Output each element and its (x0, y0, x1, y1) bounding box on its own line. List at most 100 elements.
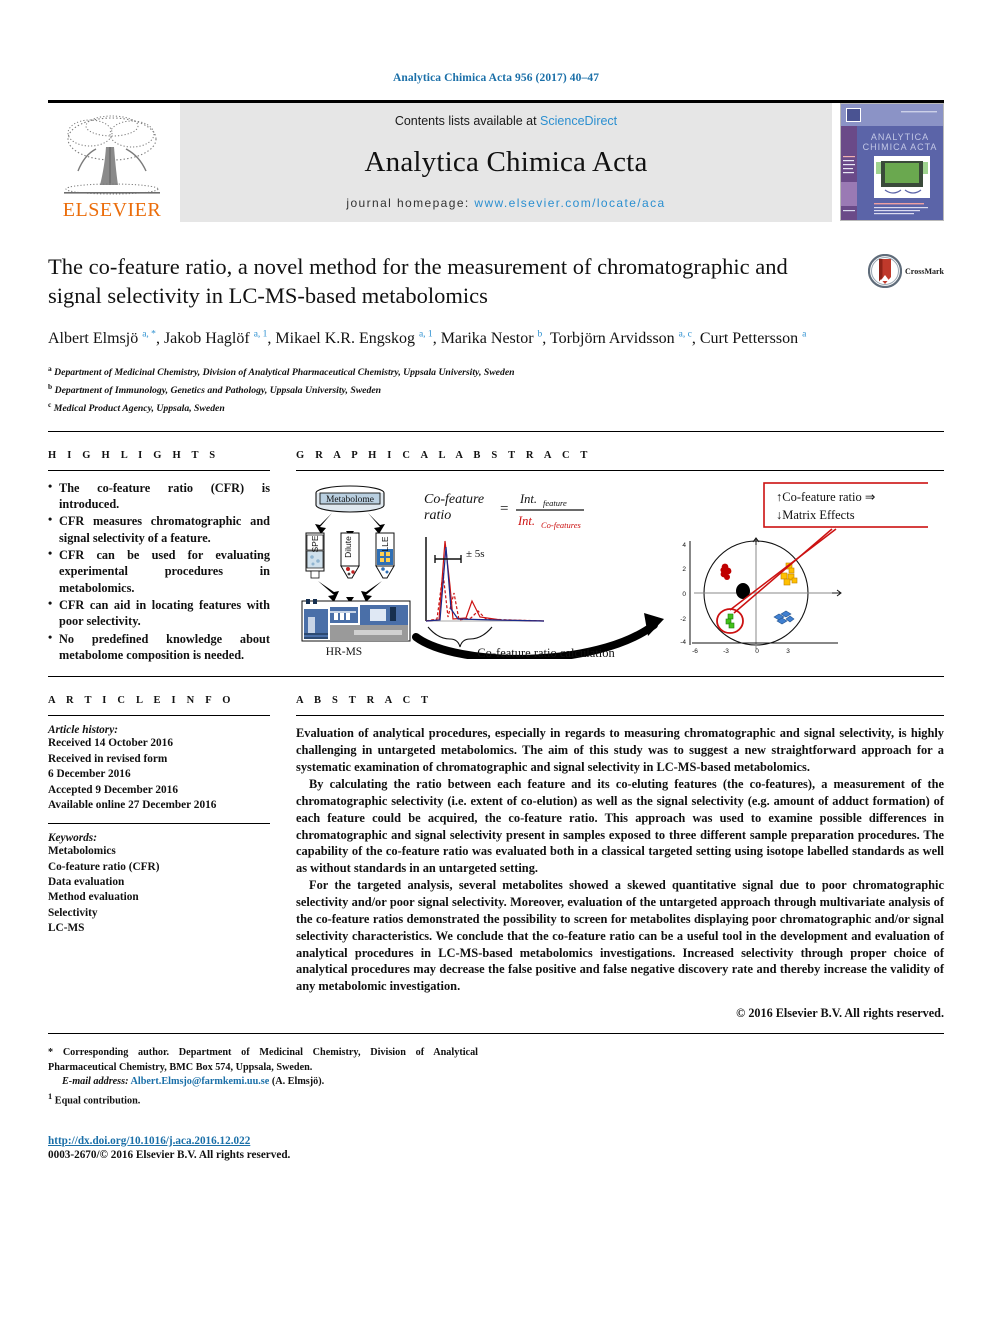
svg-text:2: 2 (682, 566, 686, 573)
affiliation-b: b Department of Immunology, Genetics and… (48, 381, 944, 399)
journal-masthead: ELSEVIER Contents lists available at Sci… (48, 100, 944, 222)
cover-artwork-icon: ANALYTICA CHIMICA ACTA (841, 104, 943, 220)
svg-text:0: 0 (755, 648, 759, 655)
highlights-list: The co-feature ratio (CFR) is introduced… (48, 479, 270, 664)
affiliation-a-text: Department of Medicinal Chemistry, Divis… (54, 367, 515, 379)
journal-homepage-line: journal homepage: www.elsevier.com/locat… (346, 196, 665, 210)
svg-text:4: 4 (682, 542, 686, 549)
highlights-heading-rule (48, 469, 270, 471)
article-history-item: Available online 27 December 2016 (48, 798, 217, 811)
footnote-equal-text: Equal contribution. (54, 1095, 141, 1107)
svg-text:Metabolome: Metabolome (326, 495, 374, 505)
article-info-inner-rule (48, 823, 270, 825)
page-title: The co-feature ratio, a novel method for… (48, 254, 788, 309)
journal-homepage-link[interactable]: www.elsevier.com/locate/aca (474, 196, 665, 210)
elsevier-tree-icon (64, 115, 160, 195)
svg-text:-3: -3 (723, 648, 729, 655)
journal-title: Analytica Chimica Acta (364, 145, 648, 178)
svg-text:ANALYTICA: ANALYTICA (871, 132, 929, 142)
keyword-item: Selectivity (48, 906, 98, 919)
abstract-heading-rule (296, 715, 944, 717)
article-history-item: Received in revised form (48, 752, 168, 765)
svg-text:SPE: SPE (310, 535, 320, 552)
abstract-paragraph: Evaluation of analytical procedures, esp… (296, 726, 944, 775)
email-link[interactable]: Albert.Elmsjo@farmkemi.uu.se (131, 1076, 270, 1087)
abstract-paragraph: By calculating the ratio between each fe… (296, 777, 944, 876)
article-history-label: Article history: (48, 724, 118, 737)
svg-text:± 5s: ± 5s (466, 548, 485, 560)
list-item: The co-feature ratio (CFR) is introduced… (48, 479, 270, 513)
list-item: CFR can aid in locating features with po… (48, 596, 270, 630)
svg-text:-6: -6 (692, 648, 698, 655)
list-item: No predefined knowledge about metabolome… (48, 630, 270, 664)
elsevier-logo: ELSEVIER (48, 103, 176, 222)
graphical-abstract-heading-rule (296, 469, 944, 471)
homepage-prefix: journal homepage: (346, 196, 475, 210)
affiliation-b-text: Department of Immunology, Genetics and P… (54, 385, 382, 397)
affiliation-a-marker: a (48, 364, 52, 374)
footnote-marker: * (48, 1047, 54, 1059)
affiliation-c: c Medical Product Agency, Uppsala, Swede… (48, 399, 944, 417)
graphical-abstract-figure: Metabolome SPE Dilute LLE HR-MS Co-featu… (296, 481, 944, 663)
svg-text:CHIMICA ACTA: CHIMICA ACTA (863, 142, 938, 152)
email-label: E-mail address: (62, 1076, 129, 1088)
affiliation-b-marker: b (48, 382, 53, 392)
running-head: Analytica Chimica Acta 956 (2017) 40–47 (392, 72, 600, 84)
elsevier-wordmark: ELSEVIER (62, 199, 162, 221)
svg-text:Int.: Int. (517, 514, 535, 528)
svg-text:HR-MS: HR-MS (326, 646, 362, 658)
graphical-abstract-column: G R A P H I C A L A B S T R A C T Metabo… (292, 432, 944, 665)
svg-text:Co-features: Co-features (541, 520, 582, 530)
svg-text:LLE: LLE (380, 536, 390, 551)
keyword-item: Method evaluation (48, 891, 139, 904)
svg-text:0: 0 (682, 591, 686, 598)
article-history-item: Received 14 October 2016 (48, 737, 173, 750)
abstract-divider (48, 1033, 944, 1035)
footer-block: http://dx.doi.org/10.1016/j.aca.2016.12.… (48, 1135, 944, 1161)
doi-link[interactable]: http://dx.doi.org/10.1016/j.aca.2016.12.… (48, 1135, 944, 1147)
article-info-column: A R T I C L E I N F O Article history: R… (48, 677, 292, 1021)
svg-text:feature: feature (543, 498, 567, 508)
keyword-item: LC-MS (48, 922, 85, 935)
article-history-block: Article history: Received 14 October 201… (48, 724, 270, 813)
matrix-effect-callout: ↑Co-feature ratio ⇒ ↓Matrix Effects (763, 481, 935, 528)
abstract-paragraph: For the targeted analysis, several metab… (296, 878, 944, 994)
email-suffix: (A. Elmsjö). (271, 1076, 325, 1088)
graphical-abstract-svg: Metabolome SPE Dilute LLE HR-MS Co-featu… (301, 481, 935, 663)
svg-text:↓Matrix Effects: ↓Matrix Effects (776, 508, 855, 522)
prep-to-instrument-arrows (318, 580, 382, 603)
crossmark-badge[interactable]: CrossMark (868, 254, 944, 288)
svg-text:=: = (500, 501, 508, 517)
affiliation-list: a Department of Medicinal Chemistry, Div… (48, 363, 944, 416)
contents-available-line: Contents lists available at ScienceDirec… (395, 114, 617, 128)
affiliation-c-marker: c (48, 399, 52, 409)
contents-prefix: Contents lists available at (394, 114, 541, 128)
highlights-heading: H I G H L I G H T S (48, 449, 220, 461)
svg-text:Int.: Int. (519, 492, 537, 506)
footnote-text: Corresponding author. Department of Medi… (48, 1047, 478, 1073)
metabolome-vessel-icon: Metabolome (315, 485, 385, 513)
article-info-heading: A R T I C L E I N F O (48, 695, 235, 707)
co-feature-ratio-formula: Co-feature ratio = Int. feature Int. Co-… (424, 492, 584, 530)
prep-syringe-dilute-icon: Dilute (340, 532, 360, 579)
abstract-body: Evaluation of analytical procedures, esp… (296, 725, 944, 1021)
list-item: CFR can be used for evaluating experimen… (48, 546, 270, 596)
affiliation-a: a Department of Medicinal Chemistry, Div… (48, 363, 944, 381)
footnotes-block: * Corresponding author. Department of Me… (48, 1046, 478, 1108)
article-history-item: 6 December 2016 (48, 768, 131, 781)
title-block: The co-feature ratio, a novel method for… (48, 252, 944, 417)
svg-text:Dilute: Dilute (343, 536, 353, 558)
abstract-column: A B S T R A C T Evaluation of analytical… (292, 677, 944, 1021)
svg-text:Co-feature: Co-feature (424, 492, 484, 507)
chromatogram-plot: ± 5s (425, 536, 545, 647)
author-list: Albert Elmsjö a, *, Jakob Haglöf a, 1, M… (48, 329, 807, 347)
keyword-item: Data evaluation (48, 875, 125, 888)
keywords-label: Keywords: (48, 832, 97, 845)
article-info-heading-rule (48, 715, 270, 717)
footnote-equal-contribution: 1 Equal contribution. (48, 1090, 478, 1109)
affiliation-c-text: Medical Product Agency, Uppsala, Sweden (53, 403, 225, 415)
issn-copyright-line: 0003-2670/© 2016 Elsevier B.V. All right… (48, 1148, 291, 1161)
svg-text:3: 3 (786, 648, 790, 655)
info-abstract-band: A R T I C L E I N F O Article history: R… (48, 677, 944, 1021)
sciencedirect-link[interactable]: ScienceDirect (540, 114, 617, 128)
